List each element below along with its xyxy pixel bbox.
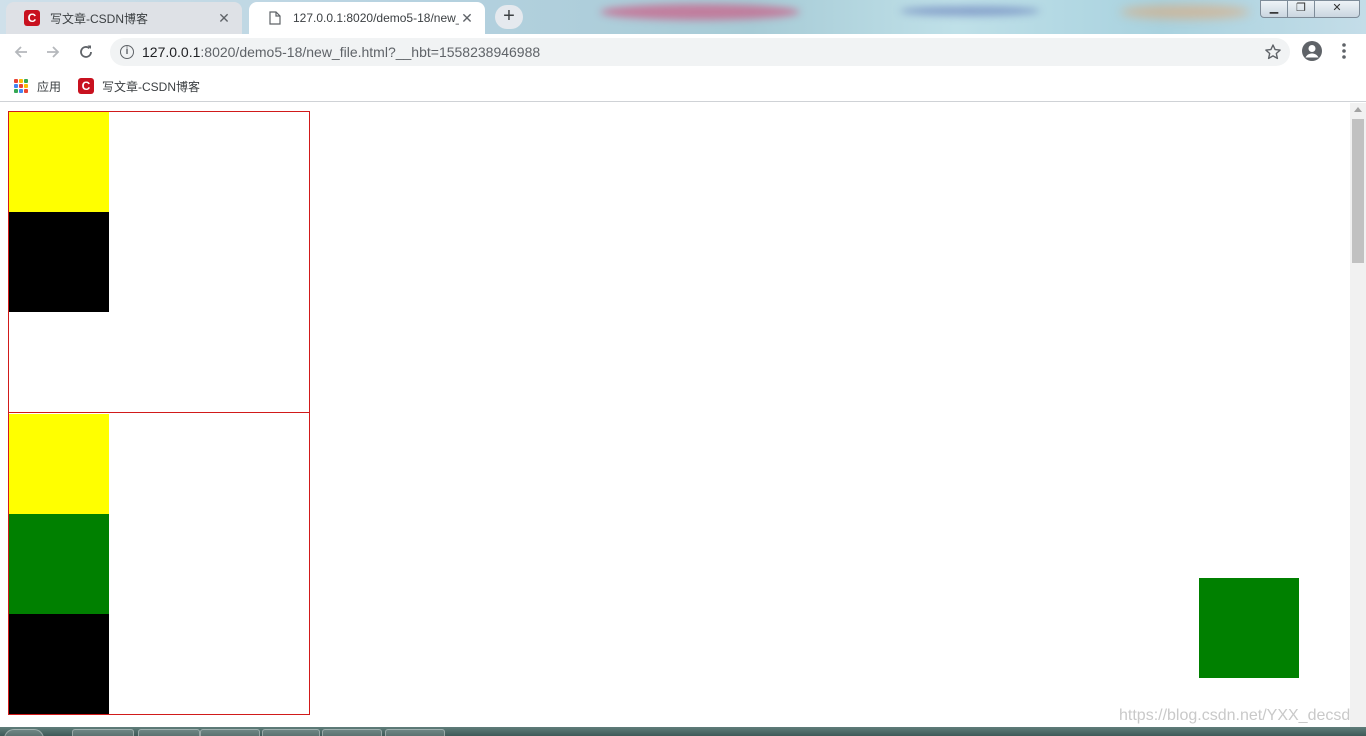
tab-title: 127.0.0.1:8020/demo5-18/new_file.html?__…	[293, 11, 459, 25]
forward-button[interactable]	[41, 40, 65, 64]
reload-button[interactable]	[74, 40, 98, 64]
profile-avatar-icon[interactable]	[1301, 40, 1323, 62]
page-viewport: https://blog.csdn.net/YXX_decsdn	[0, 103, 1350, 727]
close-icon[interactable]: ✕	[459, 10, 475, 26]
taskbar-item[interactable]	[262, 729, 320, 736]
arrow-right-icon	[47, 46, 60, 58]
address-bar[interactable]: i 127.0.0.1:8020/demo5-18/new_file.html?…	[110, 38, 1290, 66]
taskbar-item[interactable]	[200, 729, 260, 736]
apps-grid-icon	[14, 79, 28, 93]
scroll-up-arrow-icon[interactable]	[1354, 107, 1362, 112]
new-tab-button[interactable]: +	[495, 5, 523, 29]
url-host: 127.0.0.1	[142, 44, 201, 60]
window-close-button[interactable]: ✕	[1314, 0, 1360, 18]
green-square	[9, 514, 109, 614]
container-box-1	[8, 111, 310, 413]
title-bar: C 写文章-CSDN博客 ✕ 127.0.0.1:8020/demo5-18/n…	[0, 0, 1366, 34]
taskbar-item[interactable]	[138, 729, 200, 736]
maximize-button[interactable]: ❐	[1287, 0, 1315, 18]
start-button[interactable]	[4, 729, 44, 736]
csdn-icon: C	[24, 10, 40, 26]
os-taskbar	[0, 727, 1366, 736]
black-square	[9, 212, 109, 312]
taskbar-item[interactable]	[72, 729, 134, 736]
csdn-icon: C	[78, 78, 94, 94]
arrow-left-icon	[14, 46, 27, 58]
wallpaper-streak	[600, 4, 800, 20]
bookmark-label: 应用	[37, 79, 62, 94]
container-box-2	[8, 412, 310, 715]
reload-icon	[80, 45, 92, 58]
yellow-square	[9, 112, 109, 212]
minimize-button[interactable]: ▁	[1260, 0, 1288, 18]
vertical-scrollbar[interactable]	[1350, 103, 1366, 727]
tab-localhost-page[interactable]: 127.0.0.1:8020/demo5-18/new_file.html?__…	[249, 2, 485, 34]
browser-toolbar: i 127.0.0.1:8020/demo5-18/new_file.html?…	[0, 34, 1366, 70]
tab-title: 写文章-CSDN博客	[50, 11, 148, 26]
wallpaper-streak	[1120, 5, 1250, 19]
info-icon[interactable]: i	[120, 45, 134, 59]
url-path: :8020/demo5-18/new_file.html?__hbt=15582…	[200, 44, 541, 60]
taskbar-item[interactable]	[385, 729, 445, 736]
bookmark-label: 写文章-CSDN博客	[102, 79, 200, 94]
url-text[interactable]: 127.0.0.1:8020/demo5-18/new_file.html?__…	[142, 44, 540, 60]
bookmark-star-icon[interactable]	[1264, 43, 1282, 61]
wallpaper-streak	[900, 6, 1040, 16]
page-icon	[267, 10, 283, 26]
yellow-square	[9, 414, 109, 514]
back-button[interactable]	[9, 40, 33, 64]
watermark-text: https://blog.csdn.net/YXX_decsdn	[1119, 707, 1350, 724]
black-square	[9, 614, 109, 714]
bookmarks-bar: 应用 C 写文章-CSDN博客	[0, 70, 1366, 102]
close-icon[interactable]: ✕	[216, 10, 232, 26]
menu-kebab-icon[interactable]	[1338, 42, 1350, 60]
tab-csdn-write[interactable]: C 写文章-CSDN博客 ✕	[6, 2, 242, 34]
bookmark-csdn-write[interactable]: C 写文章-CSDN博客	[78, 76, 200, 96]
fixed-green-square	[1199, 578, 1299, 678]
bookmark-apps[interactable]: 应用	[14, 76, 61, 96]
taskbar-item[interactable]	[322, 729, 382, 736]
scroll-thumb[interactable]	[1352, 119, 1364, 263]
